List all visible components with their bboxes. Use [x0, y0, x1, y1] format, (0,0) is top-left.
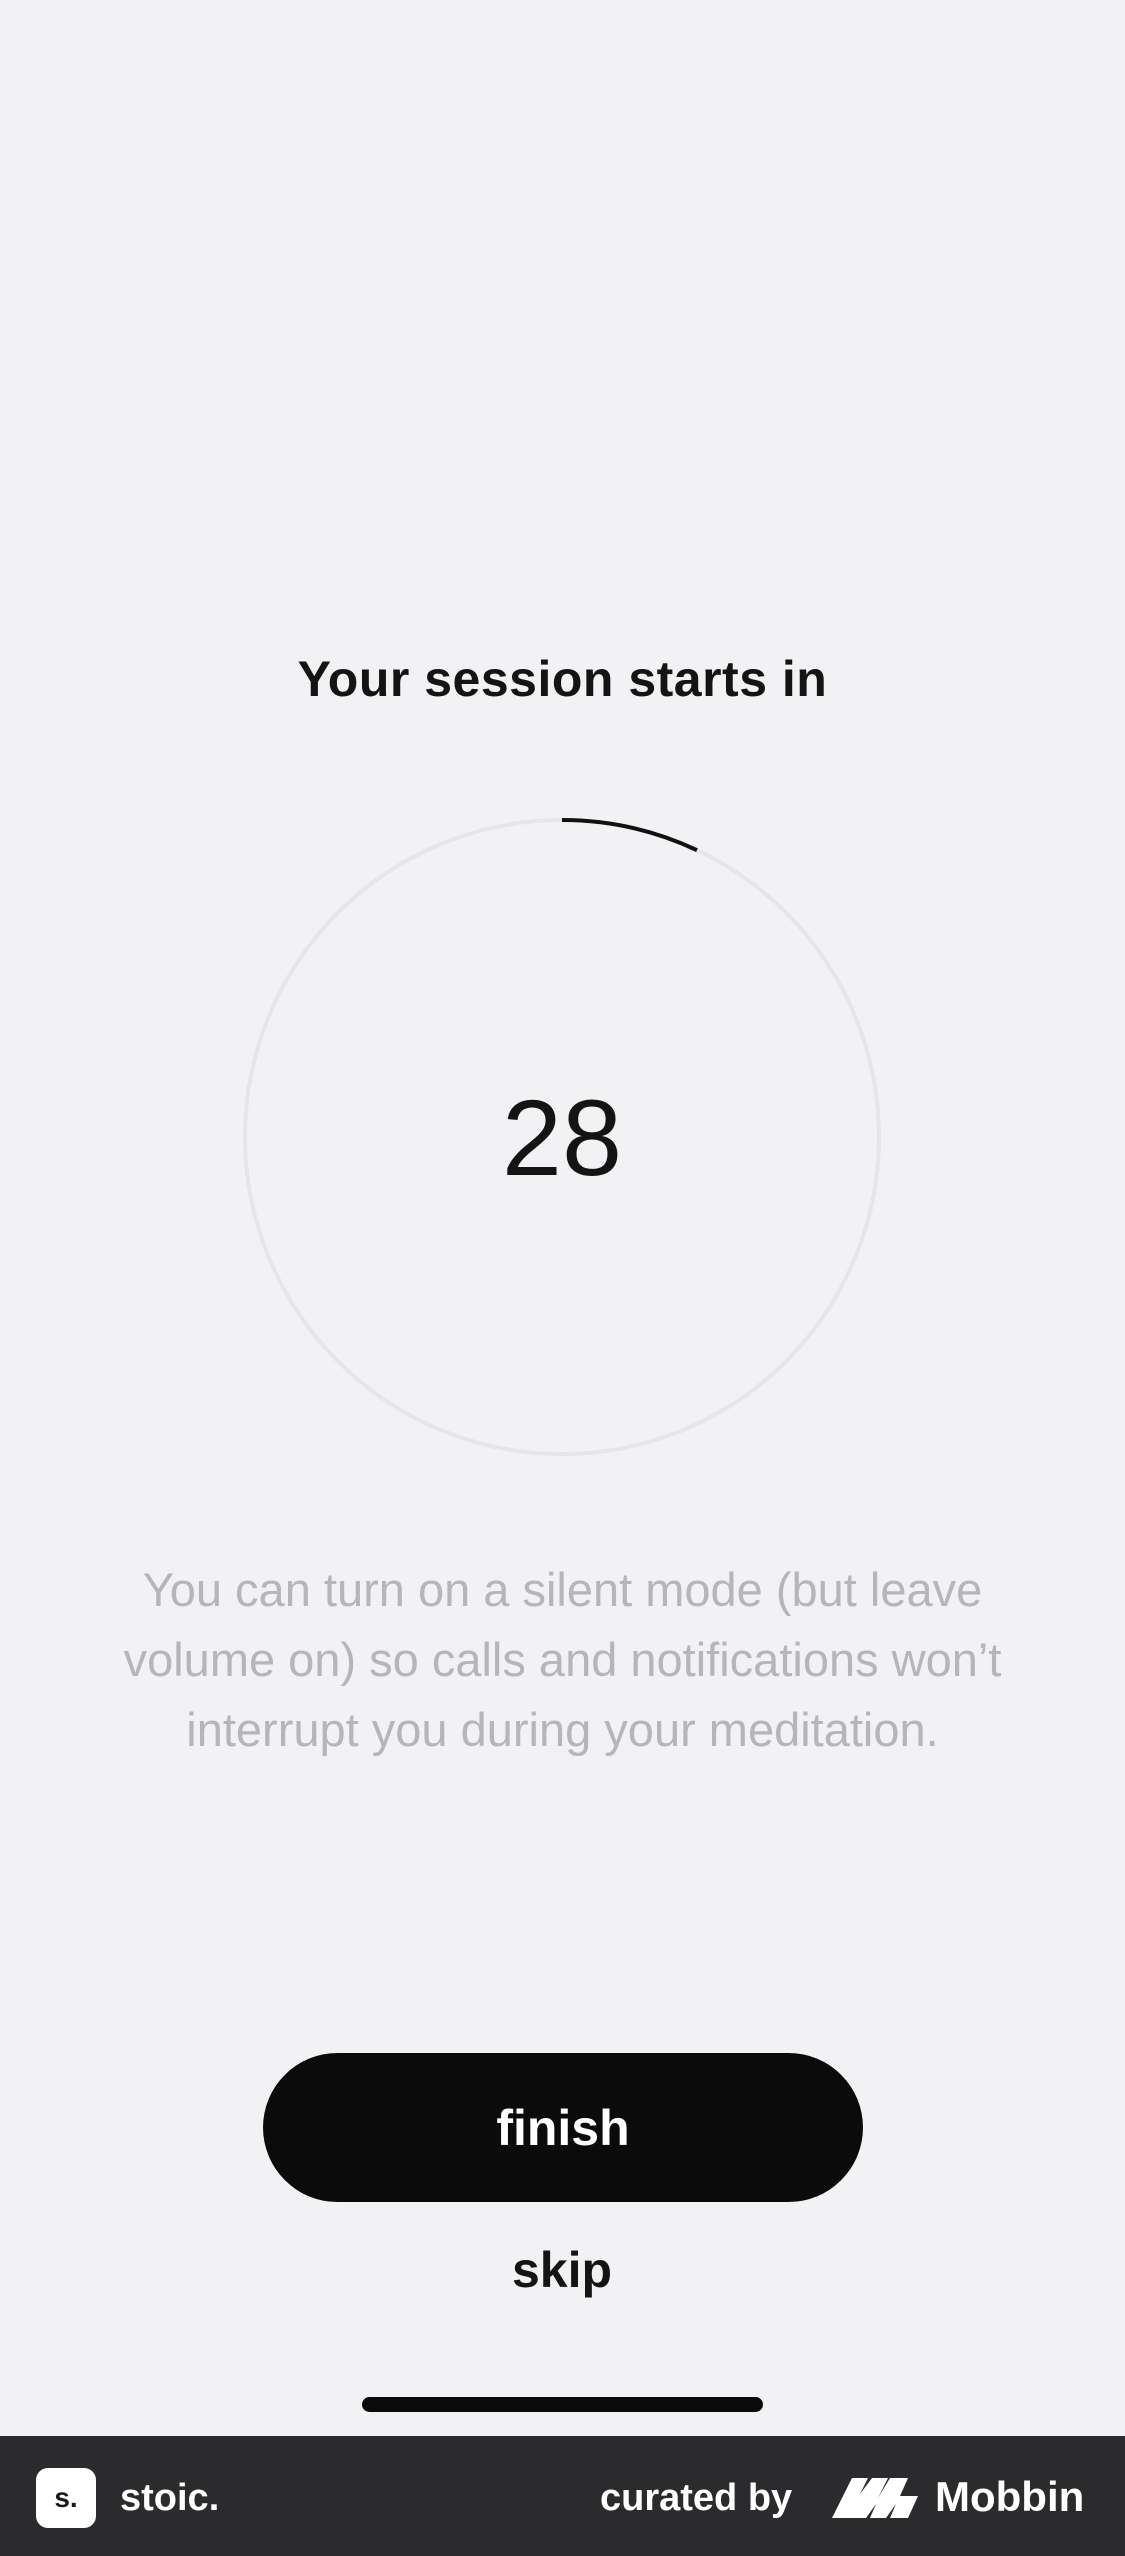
mobbin-brand-name: Mobbin	[935, 2473, 1085, 2520]
app-logo: s.	[36, 2468, 96, 2528]
footer-bar: s. stoic. curated by Mobbin	[0, 2436, 1125, 2556]
skip-button[interactable]: skip	[462, 2230, 662, 2310]
app-name: stoic.	[120, 2477, 220, 2519]
mobbin-logo-icon	[832, 2478, 918, 2518]
curated-by-label: curated by	[600, 2477, 793, 2519]
silent-mode-hint: You can turn on a silent mode (but leave…	[123, 1563, 1002, 1756]
countdown-timer: 28	[242, 817, 882, 1457]
session-title: Your session starts in	[297, 651, 828, 707]
countdown-value: 28	[501, 1076, 623, 1198]
finish-button[interactable]: finish	[263, 2053, 863, 2202]
home-indicator	[362, 2397, 763, 2412]
